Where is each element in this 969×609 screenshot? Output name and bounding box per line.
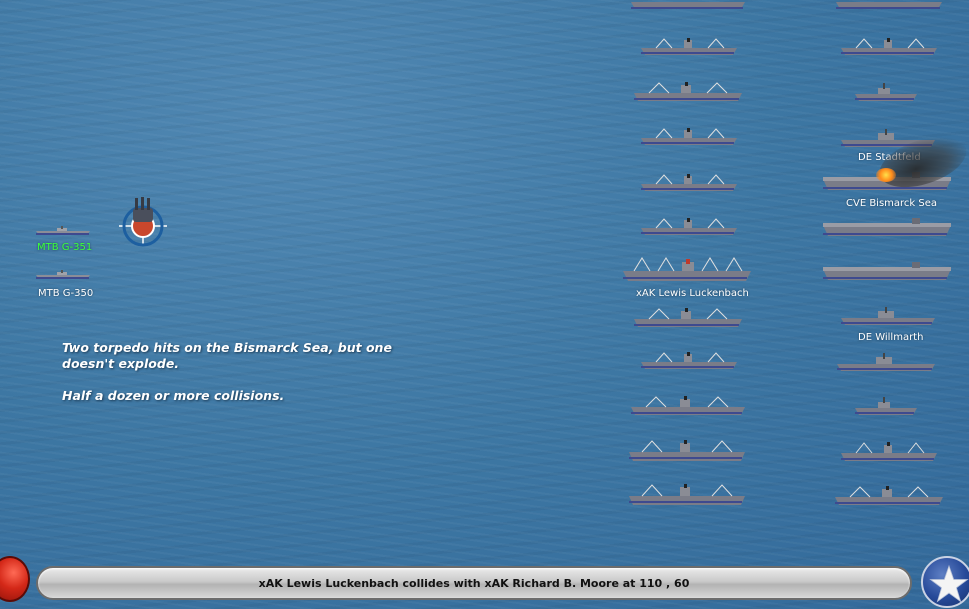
mtb-boat-upper[interactable] [35, 226, 91, 236]
narrative-line-2: Half a dozen or more collisions. [62, 388, 285, 403]
transport-ship[interactable] [633, 306, 743, 328]
transport-ship[interactable] [630, 394, 746, 416]
de-willmarth-label: DE Willmarth [858, 332, 924, 343]
transport-ship[interactable] [834, 0, 944, 11]
escort-carrier-ship[interactable] [822, 262, 952, 282]
mtb-boat-lower[interactable] [35, 270, 91, 280]
mtb-upper-label: MTB G-351 [37, 242, 93, 253]
transport-ship[interactable] [640, 126, 738, 146]
transport-ship[interactable] [840, 36, 938, 56]
transport-ship[interactable] [834, 484, 944, 506]
transport-ship[interactable] [628, 482, 746, 506]
destroyer-escort-ship[interactable] [840, 306, 936, 326]
destroyer-escort-ship[interactable] [854, 82, 918, 102]
sea-background [0, 0, 969, 609]
status-message-text: xAK Lewis Luckenbach collides with xAK R… [258, 577, 690, 590]
de-willmarth-ship[interactable] [836, 352, 936, 372]
transport-ship[interactable] [840, 440, 938, 462]
fire-flash [876, 168, 896, 182]
narrative-text: Two torpedo hits on the Bismarck Sea, bu… [62, 340, 422, 404]
transport-ship[interactable] [640, 36, 738, 56]
mtb-lower-label: MTB G-350 [38, 288, 94, 299]
transport-ship[interactable] [629, 0, 747, 11]
transport-ship[interactable] [640, 172, 738, 192]
cve-label: CVE Bismarck Sea [846, 198, 938, 209]
status-message-bar: xAK Lewis Luckenbach collides with xAK R… [36, 566, 912, 600]
narrative-line-1: Two torpedo hits on the Bismarck Sea, bu… [62, 340, 392, 371]
destroyer-escort-ship[interactable] [854, 396, 918, 416]
transport-ship[interactable] [628, 438, 746, 462]
white-star-icon[interactable] [921, 556, 969, 608]
gun-turret-target-icon[interactable] [118, 196, 168, 252]
xak-label: xAK Lewis Luckenbach [636, 288, 749, 299]
transport-ship[interactable] [640, 216, 738, 236]
xak-lewis-luckenbach-ship[interactable] [622, 256, 752, 282]
transport-ship[interactable] [640, 350, 738, 370]
transport-ship[interactable] [633, 80, 743, 102]
escort-carrier-ship[interactable] [822, 218, 952, 238]
